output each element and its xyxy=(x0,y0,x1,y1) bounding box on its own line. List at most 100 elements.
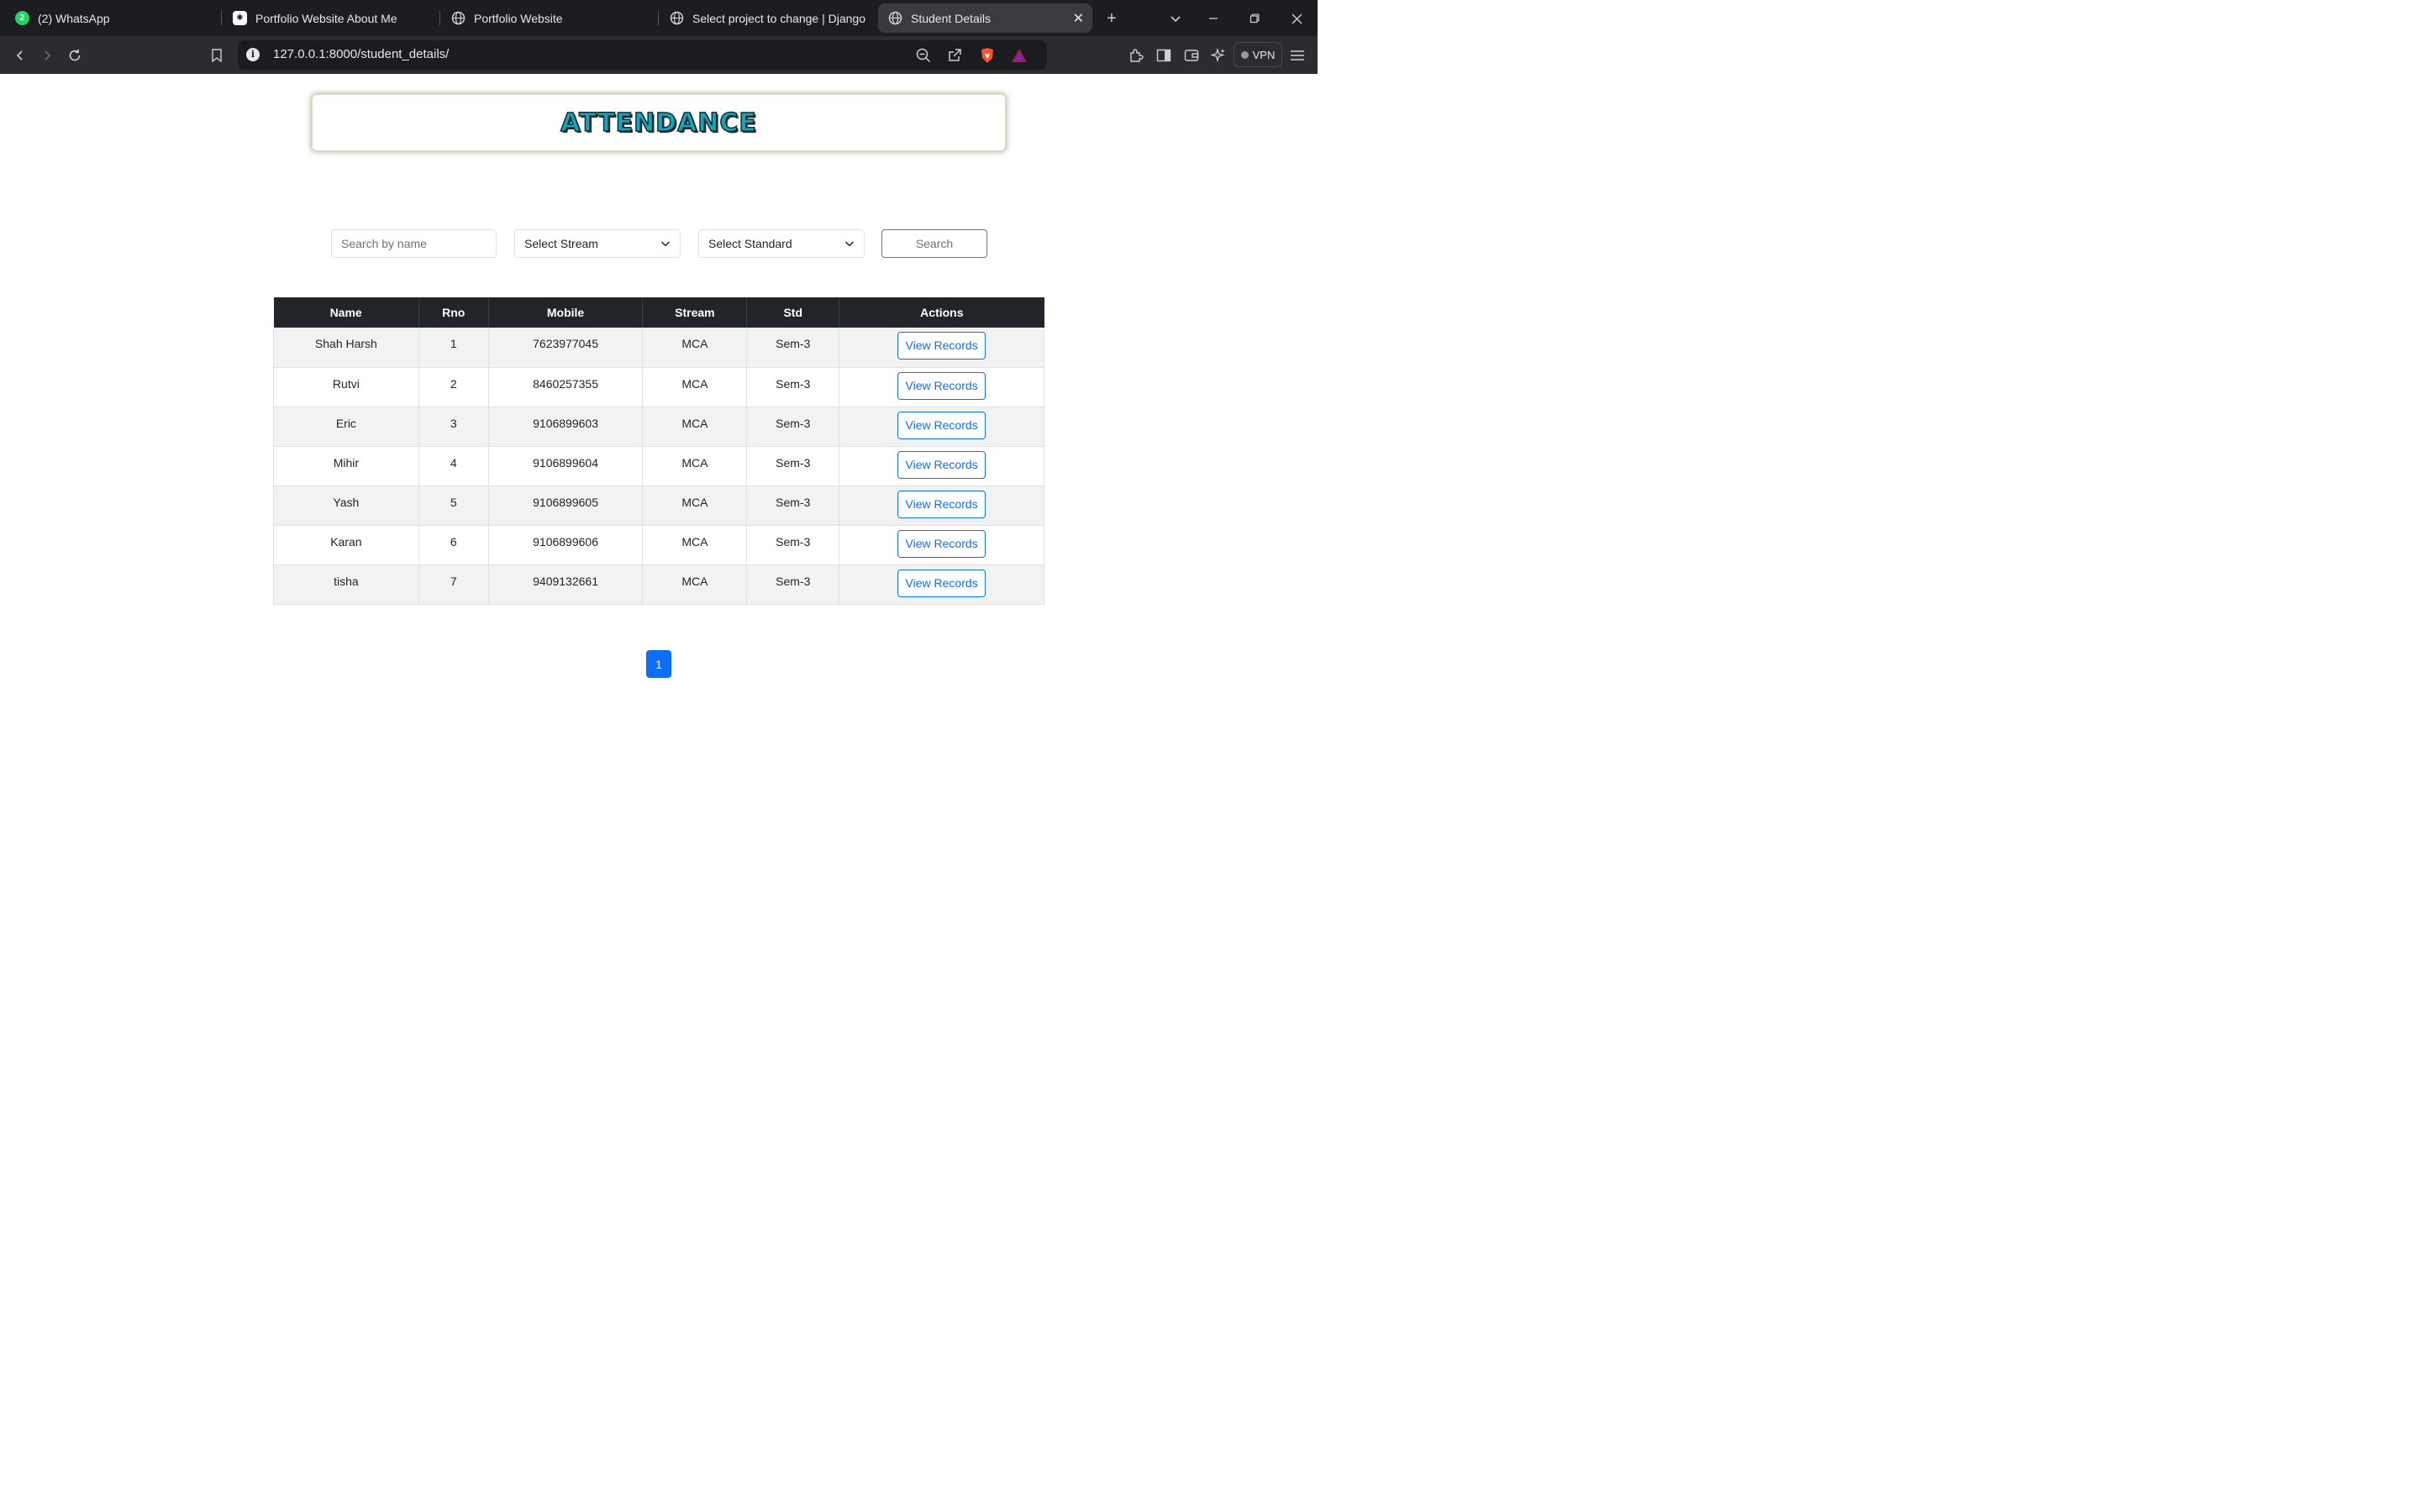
url-text[interactable]: 127.0.0.1:8000/student_details/ xyxy=(273,47,449,61)
zoom-out-icon[interactable] xyxy=(915,47,932,64)
extensions-icon[interactable] xyxy=(1125,45,1147,66)
close-window-icon[interactable] xyxy=(1287,9,1306,28)
cell-mobile: 9409132661 xyxy=(488,564,644,605)
tab-portfolio[interactable]: Portfolio Website xyxy=(451,3,649,33)
stream-select-value: Select Stream xyxy=(524,237,598,250)
share-icon[interactable] xyxy=(946,47,963,64)
cell-mobile: 9106899603 xyxy=(488,407,644,447)
close-tab-icon[interactable]: ✕ xyxy=(1073,10,1084,27)
header-logo-card: ATTENDANCE xyxy=(312,94,1006,151)
students-table: Name Rno Mobile Stream Std Actions Shah … xyxy=(273,297,1044,605)
standard-select-value: Select Standard xyxy=(708,237,792,250)
pagination-page-1[interactable]: 1 xyxy=(646,650,671,678)
tab-student-details[interactable]: Student Details ✕ xyxy=(878,3,1092,33)
cell-stream: MCA xyxy=(642,525,748,565)
leo-ai-icon[interactable] xyxy=(1207,45,1229,66)
cell-stream: MCA xyxy=(642,446,748,486)
table-row: Shah Harsh 1 7623977045 MCA Sem-3 View R… xyxy=(273,328,1044,368)
reload-icon[interactable] xyxy=(64,45,86,66)
browser-toolbar: i 127.0.0.1:8000/student_details/ VPN xyxy=(0,36,1318,74)
view-records-button[interactable]: View Records xyxy=(897,411,986,439)
cell-rno: 6 xyxy=(418,525,489,565)
column-header-std: Std xyxy=(746,297,840,328)
brave-rewards-icon[interactable] xyxy=(1011,47,1028,64)
table-header-row: Name Rno Mobile Stream Std Actions xyxy=(273,297,1044,328)
table-row: Eric 3 9106899603 MCA Sem-3 View Records xyxy=(273,407,1044,447)
back-icon[interactable] xyxy=(9,45,31,66)
column-header-rno: Rno xyxy=(418,297,489,328)
cell-actions: View Records xyxy=(839,564,1044,605)
cell-mobile: 7623977045 xyxy=(488,328,644,368)
cell-mobile: 9106899606 xyxy=(488,525,644,565)
column-header-actions: Actions xyxy=(839,297,1044,328)
cell-actions: View Records xyxy=(839,328,1044,368)
cell-std: Sem-3 xyxy=(746,525,840,565)
chevron-down-icon xyxy=(660,241,671,247)
view-records-button[interactable]: View Records xyxy=(897,332,986,360)
tab-separator xyxy=(439,11,440,25)
cell-mobile: 9106899604 xyxy=(488,446,644,486)
stream-select[interactable]: Select Stream xyxy=(514,229,681,258)
bookmark-icon[interactable] xyxy=(206,45,228,66)
tab-title: Portfolio Website About Me xyxy=(255,11,397,25)
table-row: tisha 7 9409132661 MCA Sem-3 View Record… xyxy=(273,564,1044,605)
vpn-label: VPN xyxy=(1252,48,1276,61)
forward-icon[interactable] xyxy=(36,45,58,66)
view-records-button[interactable]: View Records xyxy=(897,450,986,479)
cell-stream: MCA xyxy=(642,564,748,605)
standard-select[interactable]: Select Standard xyxy=(698,229,865,258)
cell-std: Sem-3 xyxy=(746,486,840,526)
view-records-button[interactable]: View Records xyxy=(897,490,986,518)
column-header-mobile: Mobile xyxy=(488,297,644,328)
menu-icon[interactable] xyxy=(1286,45,1308,66)
globe-icon xyxy=(888,11,902,25)
cell-actions: View Records xyxy=(839,486,1044,526)
cell-stream: MCA xyxy=(642,367,748,407)
cell-name: Rutvi xyxy=(273,367,419,407)
globe-icon xyxy=(670,11,684,25)
view-records-button[interactable]: View Records xyxy=(897,529,986,558)
tab-portfolio-about[interactable]: ✺ Portfolio Website About Me xyxy=(233,3,430,33)
cell-name: tisha xyxy=(273,564,419,605)
cell-rno: 4 xyxy=(418,446,489,486)
sidebar-icon[interactable] xyxy=(1153,45,1175,66)
vpn-button[interactable]: VPN xyxy=(1234,42,1282,67)
view-records-button[interactable]: View Records xyxy=(897,569,986,597)
minimize-icon[interactable] xyxy=(1204,9,1223,28)
table-row: Karan 6 9106899606 MCA Sem-3 View Record… xyxy=(273,525,1044,565)
cell-name: Karan xyxy=(273,525,419,565)
cell-name: Shah Harsh xyxy=(273,328,419,368)
cell-std: Sem-3 xyxy=(746,367,840,407)
cell-std: Sem-3 xyxy=(746,446,840,486)
tab-title: Select project to change | Django sit xyxy=(692,11,867,25)
search-button[interactable]: Search xyxy=(881,229,987,258)
address-bar[interactable]: i 127.0.0.1:8000/student_details/ xyxy=(238,40,1047,70)
cell-rno: 3 xyxy=(418,407,489,447)
search-name-input[interactable] xyxy=(331,229,497,258)
restore-icon[interactable] xyxy=(1245,9,1264,28)
column-header-name: Name xyxy=(273,297,419,328)
tab-list-chevron-icon[interactable] xyxy=(1166,9,1185,28)
cell-actions: View Records xyxy=(839,367,1044,407)
tab-django-admin[interactable]: Select project to change | Django sit xyxy=(670,3,867,33)
cell-mobile: 8460257355 xyxy=(488,367,644,407)
chevron-down-icon xyxy=(844,241,855,247)
cell-rno: 5 xyxy=(418,486,489,526)
cell-actions: View Records xyxy=(839,407,1044,447)
column-header-stream: Stream xyxy=(642,297,748,328)
view-records-button[interactable]: View Records xyxy=(897,371,986,400)
new-tab-icon[interactable]: + xyxy=(1102,9,1121,28)
tab-title: Student Details xyxy=(911,11,991,25)
openai-icon: ✺ xyxy=(233,11,247,25)
brave-shields-icon[interactable] xyxy=(979,47,996,64)
cell-std: Sem-3 xyxy=(746,328,840,368)
tab-separator xyxy=(221,11,222,25)
cell-name: Yash xyxy=(273,486,419,526)
cell-std: Sem-3 xyxy=(746,407,840,447)
wallet-icon[interactable] xyxy=(1181,45,1202,66)
cell-actions: View Records xyxy=(839,446,1044,486)
tab-whatsapp[interactable]: 2 (2) WhatsApp xyxy=(15,3,208,33)
site-info-icon[interactable]: i xyxy=(246,48,260,61)
whatsapp-icon: 2 xyxy=(15,11,29,25)
vpn-status-icon xyxy=(1240,50,1249,59)
